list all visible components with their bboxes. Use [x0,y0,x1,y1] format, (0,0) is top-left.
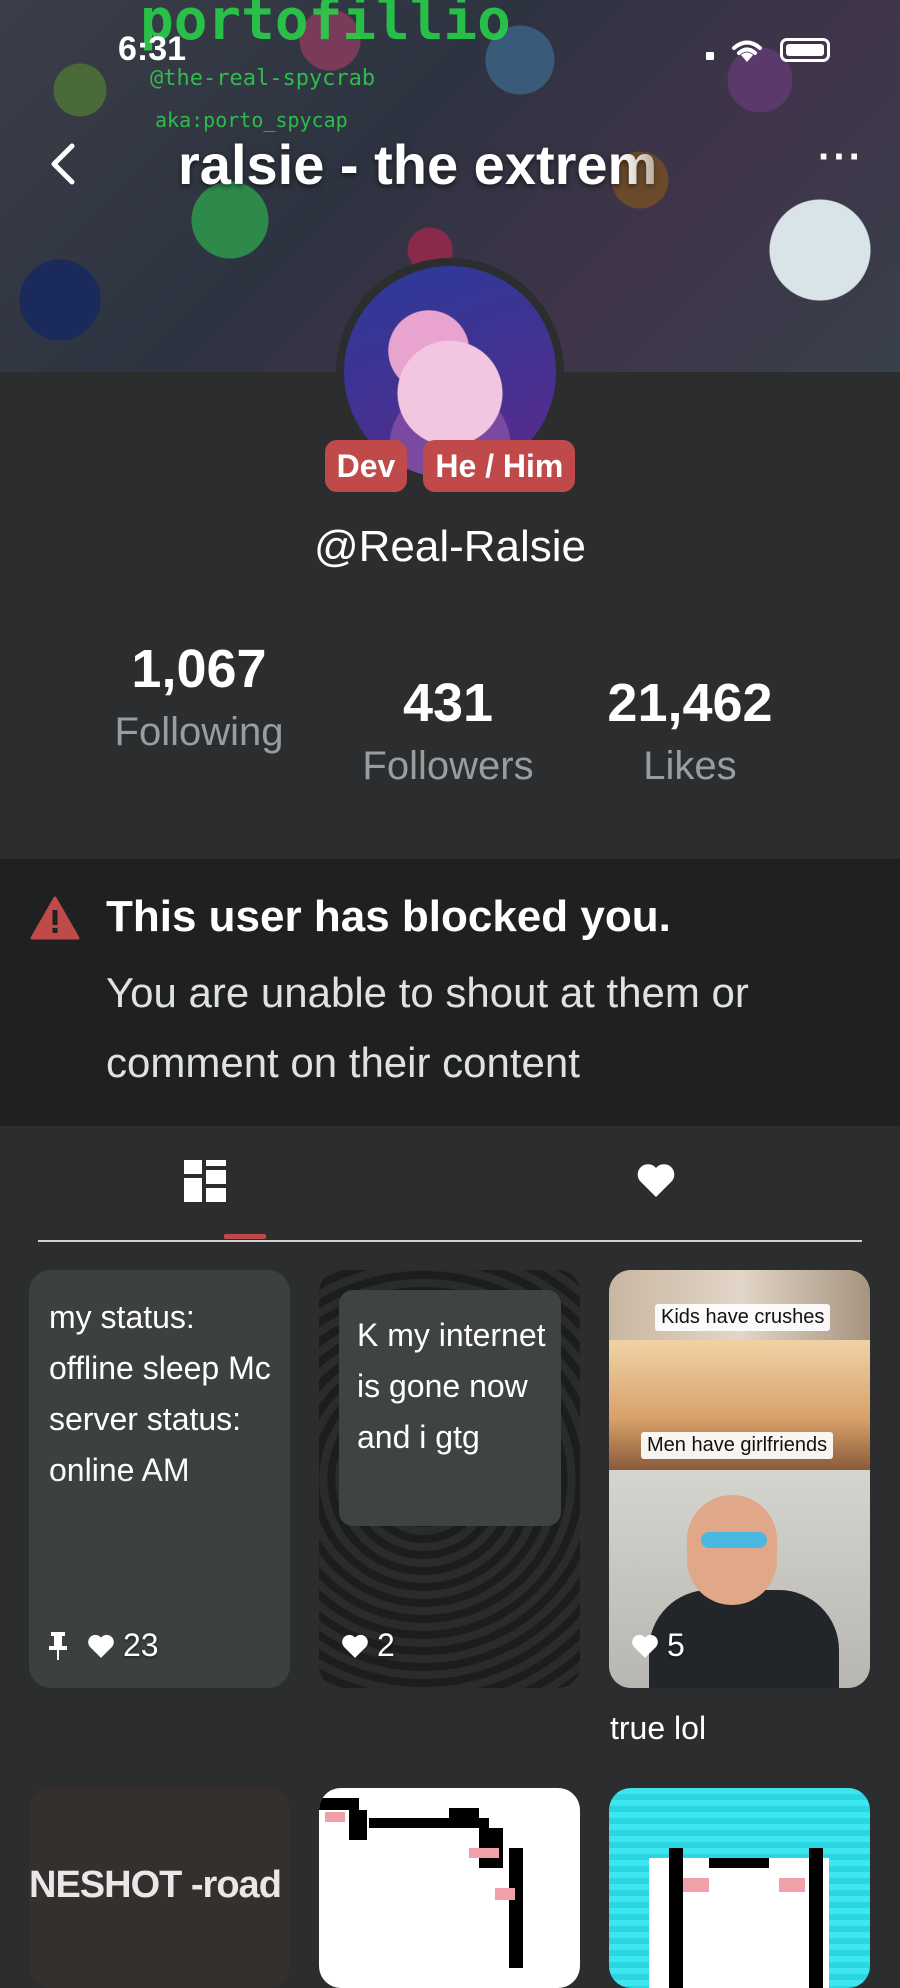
grid-icon[interactable] [184,1160,226,1202]
meme-caption: Kids have crushes [655,1304,831,1331]
blocked-title: This user has blocked you. [106,892,671,941]
meme-caption: Men have girlfriends [641,1432,834,1459]
status-icons [706,36,830,64]
post-likes: 23 [47,1627,159,1664]
battery-icon [780,38,830,62]
post-text: K my internet is gone now and i gtg [357,1317,546,1455]
profile-badges: Dev He / Him [0,440,900,492]
more-options-button[interactable]: ··· [818,135,864,180]
like-count: 23 [123,1627,159,1663]
heart-icon [88,1634,114,1658]
following-stat[interactable]: 1,067 Following [104,638,294,764]
banner-text: aka:porto_spycap [155,108,348,132]
status-time: 6:31 [118,30,187,68]
heart-icon [342,1634,368,1658]
post-card[interactable] [609,1788,870,1988]
post-card[interactable]: K my internet is gone now and i gtg 2 [319,1270,580,1688]
wifi-icon [732,40,762,62]
pin-icon [49,1631,67,1660]
following-label: Following [114,710,284,754]
username: @Real-Ralsie [313,522,587,571]
page-title: ralsie - the extrem [178,133,658,196]
back-arrow-icon[interactable] [42,140,90,188]
dev-badge: Dev [324,440,408,492]
likes-label: Likes [643,744,737,788]
post-card[interactable] [319,1788,580,1988]
pixel-art-image [319,1798,523,1968]
following-count: 1,067 [131,639,267,699]
post-text: my status: offline sleep Mc server statu… [49,1299,271,1488]
like-count: 5 [667,1627,685,1663]
post-card[interactable]: my status: offline sleep Mc server statu… [29,1270,290,1688]
blocked-message: You are unable to shout at them or comme… [106,969,749,1086]
likes-stat: 21,462 Likes [590,672,790,798]
post-text: NESHOT -road [29,1864,282,1906]
pixel-art-image [649,1848,829,1988]
signal-icon [706,52,714,60]
followers-label: Followers [362,744,534,788]
post-card[interactable]: Kids have crushes Men have girlfriends 5 [609,1270,870,1688]
like-count: 2 [377,1627,395,1663]
likes-count: 21,462 [607,673,773,733]
followers-stat[interactable]: 431 Followers [348,672,548,798]
post-card[interactable]: NESHOT -road [29,1788,290,1988]
heart-icon[interactable] [636,1160,676,1200]
banner-text: @the-real-spycrab [150,66,376,91]
warning-icon [30,896,80,940]
post-title: true lol [610,1710,707,1746]
pronouns-badge: He / Him [423,440,576,492]
post-likes: 2 [341,1627,395,1664]
heart-icon [632,1634,658,1658]
content-tabs [38,1150,862,1242]
followers-count: 431 [402,673,494,733]
post-likes: 5 [631,1627,685,1664]
banner-text: portofillio [140,0,511,53]
active-tab-indicator [224,1234,266,1239]
